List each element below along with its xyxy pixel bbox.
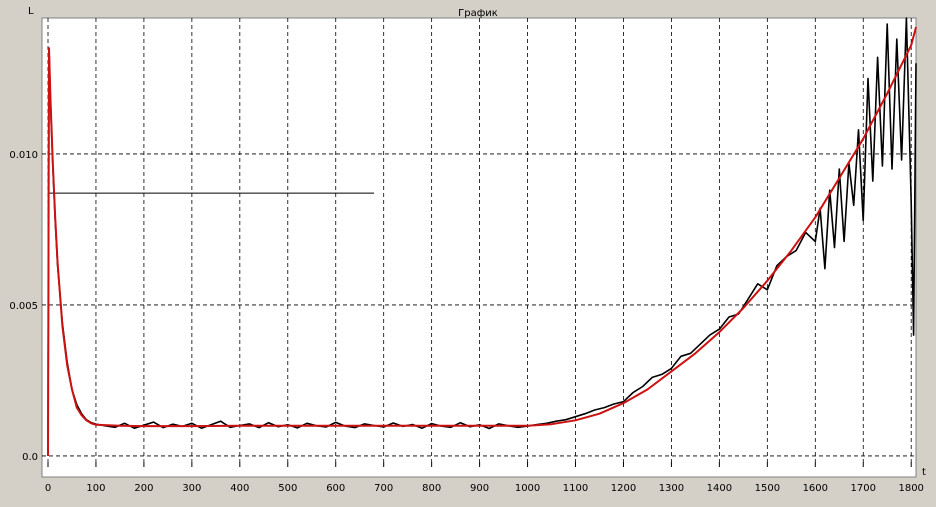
y-tick-label: 0.010 — [9, 150, 38, 161]
x-tick-label: 1600 — [803, 483, 828, 494]
x-tick-label: 200 — [134, 483, 153, 494]
x-tick-label: 900 — [470, 483, 489, 494]
x-tick-label: 600 — [326, 483, 345, 494]
line-chart: 0 100 200 300 400 500 600 700 800 900 1000 1100 1200… — [9, 6, 926, 494]
x-tick-label: 1400 — [707, 483, 732, 494]
x-tick-label: 1300 — [659, 483, 684, 494]
y-axis-label: L — [28, 6, 34, 17]
chart-window: 0 100 200 300 400 500 600 700 800 900 1000 1100 1200… — [0, 0, 936, 503]
plot-area — [41, 17, 917, 478]
x-tick-label: 1100 — [563, 483, 588, 494]
x-tick-label: 100 — [86, 483, 105, 494]
x-tick-label: 0 — [45, 483, 51, 494]
y-tick-label: 0.0 — [22, 452, 38, 463]
x-tick-label: 300 — [182, 483, 201, 494]
x-tick-label: 1700 — [851, 483, 876, 494]
x-tick-label: 1200 — [611, 483, 636, 494]
x-axis-label: t — [922, 467, 926, 478]
x-tick-label: 1500 — [755, 483, 780, 494]
x-tick-label: 500 — [278, 483, 297, 494]
x-tick-label: 700 — [374, 483, 393, 494]
x-tick-label: 1800 — [898, 483, 923, 494]
chart-title: График — [458, 8, 498, 19]
x-tick-label: 1000 — [515, 483, 540, 494]
y-tick-label: 0.005 — [9, 301, 38, 312]
x-tick-label: 400 — [230, 483, 249, 494]
x-tick-label: 800 — [422, 483, 441, 494]
